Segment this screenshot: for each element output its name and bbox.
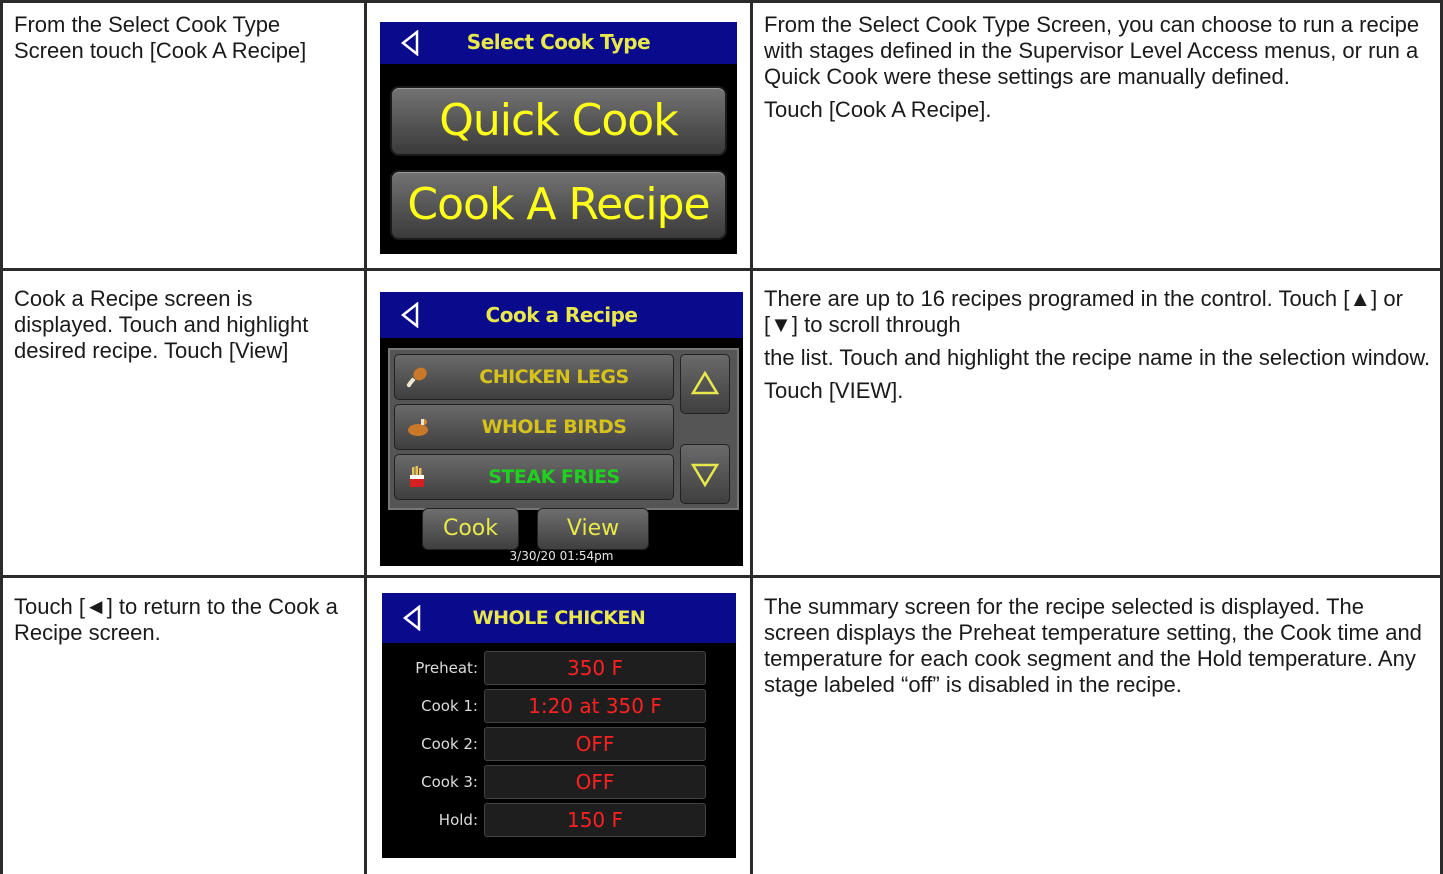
table-border-left bbox=[0, 0, 3, 874]
stage-value: 1:20 at 350 F bbox=[484, 689, 706, 723]
row-1-paragraph-1: From the Select Cook Type Screen, you ca… bbox=[764, 12, 1420, 89]
title-bar: Cook a Recipe bbox=[380, 292, 743, 338]
list-item[interactable]: STEAK FRIES bbox=[394, 454, 674, 500]
instruction-table: From the Select Cook Type Screen touch [… bbox=[0, 0, 1443, 874]
fries-icon bbox=[410, 466, 424, 487]
table-divider-1 bbox=[364, 0, 367, 874]
roast-chicken-icon bbox=[408, 419, 428, 436]
stage-label: Cook 3: bbox=[421, 773, 478, 791]
stage-row-cook-1: Cook 1: 1:20 at 350 F bbox=[382, 689, 736, 723]
select-cook-type-screen: Select Cook Type Quick Cook Cook A Recip… bbox=[380, 22, 737, 254]
stage-value: OFF bbox=[484, 765, 706, 799]
stage-row-cook-3: Cook 3: OFF bbox=[382, 765, 736, 799]
stage-row-preheat: Preheat: 350 F bbox=[382, 651, 736, 685]
row-3-instruction-text: Touch [◄] to return to the Cook a Recipe… bbox=[14, 594, 338, 645]
cook-button[interactable]: Cook bbox=[422, 508, 519, 550]
row-3-instruction: Touch [◄] to return to the Cook a Recipe… bbox=[14, 594, 344, 653]
row-2-paragraph-1: There are up to 16 recipes programed in … bbox=[764, 286, 1403, 337]
row-2-paragraph-3: Touch [VIEW]. bbox=[764, 378, 904, 403]
stage-label: Cook 1: bbox=[421, 697, 478, 715]
recipe-summary-screen: WHOLE CHICKEN Preheat: 350 F Cook 1: 1:2… bbox=[382, 593, 736, 858]
title-bar: WHOLE CHICKEN bbox=[382, 593, 736, 643]
row-2-instruction-text: Cook a Recipe screen is displayed. Touch… bbox=[14, 286, 309, 363]
stage-label: Hold: bbox=[438, 811, 478, 829]
triangle-down-icon bbox=[690, 463, 720, 488]
timestamp: 3/30/20 01:54pm bbox=[509, 549, 614, 563]
recipe-name: STEAK FRIES bbox=[488, 466, 620, 488]
row-1-instruction: From the Select Cook Type Screen touch [… bbox=[14, 12, 344, 71]
drumstick-icon bbox=[406, 367, 427, 388]
cook-a-recipe-button[interactable]: Cook A Recipe bbox=[390, 170, 727, 240]
recipe-name: CHICKEN LEGS bbox=[479, 366, 629, 388]
stage-row-hold: Hold: 150 F bbox=[382, 803, 736, 837]
stage-row-cook-2: Cook 2: OFF bbox=[382, 727, 736, 761]
table-border-top bbox=[0, 0, 1443, 3]
scroll-down-button[interactable] bbox=[680, 444, 730, 504]
row-3-description: The summary screen for the recipe select… bbox=[764, 594, 1432, 705]
row-2-instruction: Cook a Recipe screen is displayed. Touch… bbox=[14, 286, 350, 371]
stage-value: 150 F bbox=[484, 803, 706, 837]
title-bar: Select Cook Type bbox=[380, 22, 737, 64]
screen-title: WHOLE CHICKEN bbox=[472, 607, 646, 629]
table-divider-2 bbox=[750, 0, 753, 874]
list-item[interactable]: CHICKEN LEGS bbox=[394, 354, 674, 400]
stage-label: Cook 2: bbox=[421, 735, 478, 753]
screen-title: Cook a Recipe bbox=[485, 303, 638, 327]
row-3-paragraph-1: The summary screen for the recipe select… bbox=[764, 594, 1422, 697]
cook-a-recipe-screen: Cook a Recipe CHICKEN LEGS WHOLE BIRDS S… bbox=[380, 292, 743, 566]
row-2-description: There are up to 16 recipes programed in … bbox=[764, 286, 1432, 411]
recipe-name: WHOLE BIRDS bbox=[481, 416, 627, 438]
row-1-paragraph-2: Touch [Cook A Recipe]. bbox=[764, 97, 992, 122]
row-divider-1 bbox=[0, 268, 1443, 271]
row-1-instruction-text: From the Select Cook Type Screen touch [… bbox=[14, 12, 307, 63]
triangle-up-icon bbox=[690, 370, 720, 395]
view-button[interactable]: View bbox=[537, 508, 649, 550]
quick-cook-button[interactable]: Quick Cook bbox=[390, 86, 727, 156]
row-1-description: From the Select Cook Type Screen, you ca… bbox=[764, 12, 1432, 130]
stage-label: Preheat: bbox=[415, 659, 478, 677]
row-divider-2 bbox=[0, 575, 1443, 578]
list-item[interactable]: WHOLE BIRDS bbox=[394, 404, 674, 450]
stage-value: 350 F bbox=[484, 651, 706, 685]
scroll-up-button[interactable] bbox=[680, 354, 730, 414]
recipe-list: CHICKEN LEGS WHOLE BIRDS STEAK FRIES bbox=[388, 348, 739, 510]
row-2-paragraph-2: the list. Touch and highlight the recipe… bbox=[764, 345, 1431, 370]
stage-value: OFF bbox=[484, 727, 706, 761]
screen-title: Select Cook Type bbox=[466, 30, 651, 54]
